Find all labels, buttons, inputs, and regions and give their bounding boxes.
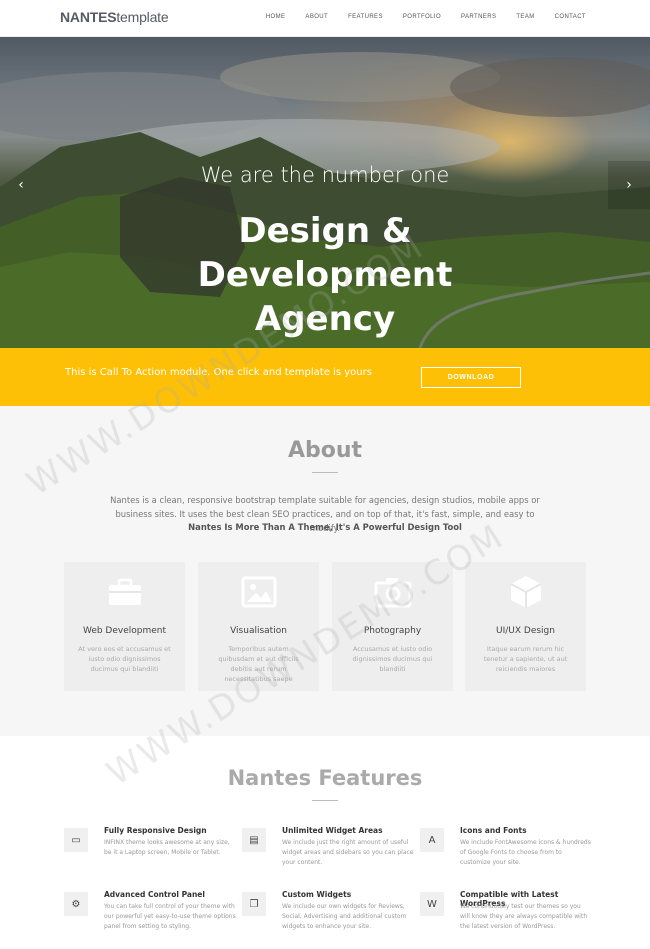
- slider-prev-button[interactable]: ‹: [0, 161, 42, 209]
- widget-icon: ▤: [242, 828, 266, 852]
- service-card-web-development: Web Development At vero eos et accusamus…: [64, 562, 185, 691]
- feature-title: Fully Responsive Design: [104, 826, 207, 835]
- cube-icon: [465, 574, 586, 610]
- about-divider: [312, 472, 338, 473]
- hero-title-line-3: Agency: [254, 299, 396, 339]
- about-section: About Nantes is a clean, responsive boot…: [0, 406, 650, 736]
- feature-description: We include our own widgets for Reviews, …: [282, 903, 407, 930]
- hero-title: Design & Development Agency: [0, 209, 650, 341]
- service-card-description: Temporibus autem quibusdam et aut offici…: [218, 645, 299, 683]
- brand-light: template: [116, 9, 169, 25]
- feature-description: We continuously test our themes so you w…: [460, 903, 588, 930]
- features-divider: [312, 800, 338, 801]
- brand-bold: NANTES: [60, 9, 117, 25]
- service-card-photography: Photography Accusamus et iusto odio dign…: [332, 562, 453, 691]
- slider-next-button[interactable]: ›: [608, 161, 650, 209]
- feature-item: ▭ Fully Responsive Design INFINX theme l…: [64, 826, 234, 888]
- main-nav: HOME ABOUT FEATURES PORTFOLIO PARTNERS T…: [246, 14, 586, 20]
- camera-icon: [332, 574, 453, 610]
- feature-description: You can take full control of your theme …: [104, 903, 236, 930]
- feature-item: W Compatible with Latest WordPress We co…: [420, 890, 590, 949]
- features-section: Nantes Features ▭ Fully Responsive Desig…: [0, 736, 650, 949]
- nav-item-features[interactable]: FEATURES: [348, 14, 383, 20]
- feature-title: Icons and Fonts: [460, 826, 527, 835]
- hero-title-line-1: Design &: [238, 211, 412, 251]
- chevron-left-icon: ‹: [18, 177, 24, 193]
- hero-slider: We are the number one Design & Developme…: [0, 37, 650, 348]
- feature-item: A Icons and Fonts We include FontAwesome…: [420, 826, 591, 888]
- service-card-title: UI/UX Design: [496, 626, 555, 636]
- image-icon: [198, 574, 319, 610]
- download-button[interactable]: DOWNLOAD: [421, 367, 521, 388]
- feature-item: ❐ Custom Widgets We include our own widg…: [242, 890, 412, 949]
- service-card-visualisation: Visualisation Temporibus autem quibusdam…: [198, 562, 319, 691]
- about-title: About: [287, 438, 363, 463]
- service-card-title: Web Development: [82, 626, 167, 636]
- feature-title: Custom Widgets: [282, 890, 352, 899]
- copy-icon: ❐: [242, 892, 266, 916]
- font-icon: A: [420, 828, 444, 852]
- service-card-description: Itaque earum rerum hic tenetur a sapient…: [483, 645, 568, 673]
- brand-logo[interactable]: NANTEStemplate: [60, 9, 169, 25]
- feature-description: We include just the right amount of usef…: [282, 839, 414, 866]
- service-card-ui-ux-design: UI/UX Design Itaque earum rerum hic tene…: [465, 562, 586, 691]
- nav-item-partners[interactable]: PARTNERS: [461, 14, 496, 20]
- service-card-title: Visualisation: [230, 626, 287, 636]
- feature-title: Unlimited Widget Areas: [282, 826, 383, 835]
- feature-description: We include FontAwesome icons & hundreds …: [460, 839, 591, 866]
- about-tagline: Nantes Is More Than A Theme, It's A Powe…: [188, 522, 462, 532]
- cta-text: This is Call To Action module. One click…: [65, 367, 372, 378]
- nav-item-team[interactable]: TEAM: [516, 14, 534, 20]
- chevron-right-icon: ›: [626, 177, 632, 193]
- service-card-title: Photography: [363, 626, 422, 636]
- features-title: Nantes Features: [227, 766, 423, 790]
- feature-item: ▤ Unlimited Widget Areas We include just…: [242, 826, 414, 888]
- cogs-icon: ⚙: [64, 892, 88, 916]
- briefcase-icon: [64, 574, 185, 610]
- nav-item-about[interactable]: ABOUT: [305, 14, 328, 20]
- call-to-action-bar: This is Call To Action module. One click…: [0, 348, 650, 406]
- feature-title: Advanced Control Panel: [104, 890, 205, 899]
- feature-item: ⚙ Advanced Control Panel You can take fu…: [64, 890, 236, 949]
- nav-item-contact[interactable]: CONTACT: [555, 14, 586, 20]
- navbar: NANTEStemplate HOME ABOUT FEATURES PORTF…: [0, 0, 650, 37]
- hero-subtitle: We are the number one: [200, 163, 450, 187]
- nav-item-home[interactable]: HOME: [266, 14, 286, 20]
- feature-description: INFINX theme looks awesome at any size, …: [104, 839, 230, 856]
- monitor-icon: ▭: [64, 828, 88, 852]
- service-card-description: At vero eos et accusamus et iusto odio d…: [78, 645, 171, 673]
- nav-item-portfolio[interactable]: PORTFOLIO: [403, 14, 441, 20]
- service-card-description: Accusamus et iusto odio dignissimos duci…: [352, 645, 433, 673]
- wordpress-icon: W: [420, 892, 444, 916]
- hero-title-line-2: Development: [197, 255, 453, 295]
